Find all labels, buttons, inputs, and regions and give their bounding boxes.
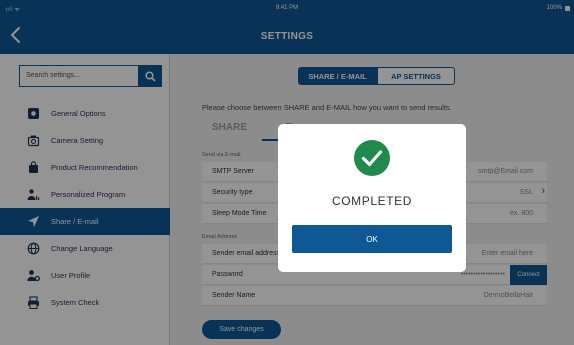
completed-dialog: COMPLETED OK [278, 124, 466, 272]
check-circle-icon [354, 140, 390, 176]
ok-button[interactable]: OK [292, 225, 452, 253]
dialog-message: COMPLETED [331, 194, 413, 208]
